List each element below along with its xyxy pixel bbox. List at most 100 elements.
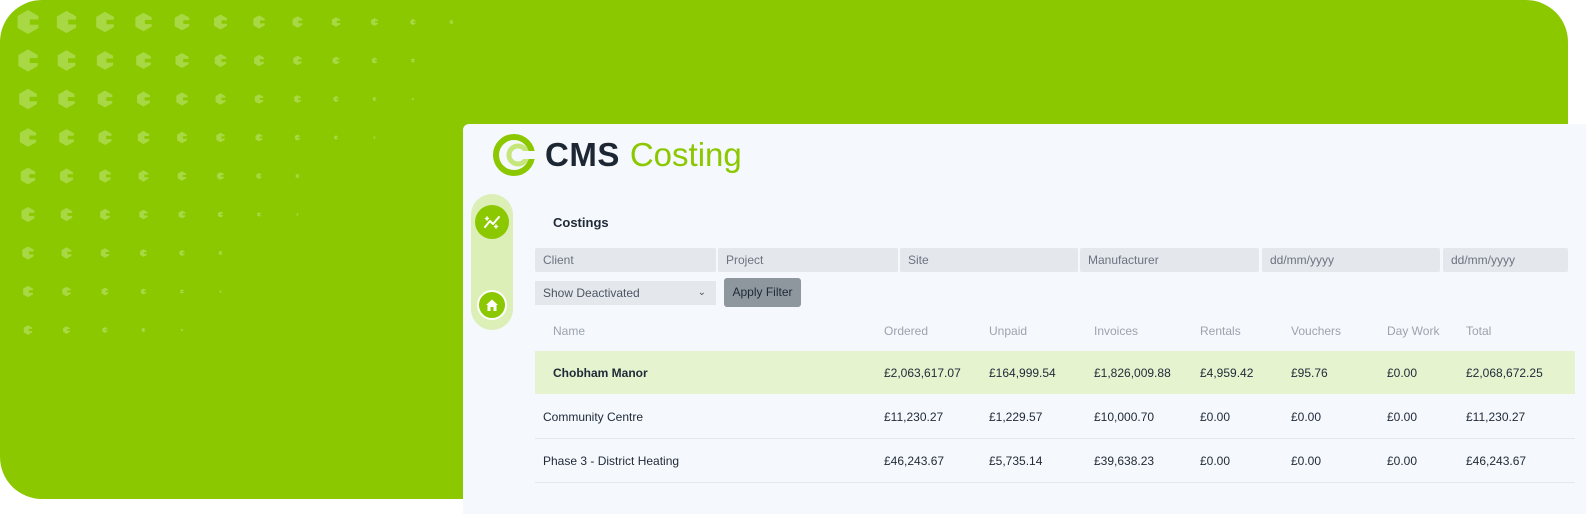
sparkle-icon [484,216,500,229]
column-header-vouchers[interactable]: Vouchers [1291,312,1341,350]
row-name: Phase 3 - District Heating [543,453,680,468]
pattern-notch [413,21,417,23]
row-day-work: £0.00 [1387,365,1418,380]
pattern-notch [259,136,264,139]
pattern-notch [29,212,36,217]
column-header-ordered[interactable]: Ordered [884,312,928,350]
pattern-notch [297,175,300,177]
pattern-notch [106,97,114,101]
row-vouchers: £0.00 [1291,453,1322,468]
pattern-notch [67,290,72,293]
pattern-notch [29,174,37,178]
row-rentals: £0.00 [1200,453,1231,468]
row-invoices: £39,638.23 [1094,453,1155,468]
row-unpaid: £5,735.14 [989,453,1043,468]
pattern-notch [68,58,78,63]
pattern-notch [29,19,41,25]
pattern-notch [221,175,225,177]
column-header-invoices[interactable]: Invoices [1094,312,1138,350]
pattern-notch [183,58,190,63]
date-to-input[interactable]: dd/mm/yyyy [1443,248,1568,272]
pattern-notch [451,21,454,23]
row-total: £2,068,672.25 [1466,365,1543,380]
pattern-notch [29,96,39,102]
column-header-unpaid[interactable]: Unpaid [989,312,1027,350]
pattern-notch [144,58,153,63]
manufacturer-filter-input[interactable]: Manufacturer [1080,248,1259,272]
sidebar-item-costings[interactable] [475,205,509,239]
pattern-notch [182,291,185,292]
pattern-notch [413,60,416,61]
pattern-notch [298,20,304,24]
pattern-notch [105,290,110,293]
pattern-notch [259,59,265,62]
pattern-notch [144,20,154,25]
row-invoices: £1,826,009.88 [1094,365,1171,380]
column-header-total[interactable]: Total [1466,312,1491,350]
cms-logo-icon [493,134,539,176]
client-filter-input[interactable]: Client [535,248,716,272]
site-filter-input[interactable]: Site [900,248,1078,272]
pattern-notch [297,136,301,139]
pattern-notch [220,213,224,216]
pattern-notch [182,213,187,216]
pattern-notch [413,98,415,100]
row-unpaid: £164,999.54 [989,365,1056,380]
pattern-notch [221,59,228,62]
pattern-notch [259,175,263,177]
pattern-notch [144,97,152,101]
pattern-notch [260,20,266,24]
status-select-value: Show Deactivated [543,286,640,300]
pattern-notch [375,21,379,23]
row-total: £11,230.27 [1466,409,1526,424]
row-rentals: £0.00 [1200,409,1231,424]
home-button[interactable] [477,290,507,320]
pattern-notch [374,137,376,138]
pattern-notch [144,252,148,254]
column-header-rentals[interactable]: Rentals [1200,312,1241,350]
pattern-notch [183,97,189,101]
row-day-work: £0.00 [1387,409,1418,424]
project-filter-input[interactable]: Project [718,248,898,272]
pattern-notch [67,251,73,255]
brand-name-light: Costing [629,136,742,173]
column-header-day-work[interactable]: Day Work [1387,312,1439,350]
pattern-notch [220,291,222,292]
page-title: Costings [553,215,609,230]
pattern-notch [297,214,299,215]
pattern-notch [106,58,115,63]
row-ordered: £46,243.67 [884,453,945,468]
pattern-notch [336,20,341,23]
chevron-down-icon: ⌄ [697,287,706,298]
pattern-notch [259,97,264,100]
pattern-notch [374,59,378,62]
pattern-notch [144,213,149,216]
pattern-notch [106,135,113,140]
pattern-notch [106,174,112,178]
row-name: Community Centre [543,409,644,424]
table-row[interactable]: Phase 3 - District Heating £46,243.67 £5… [535,439,1575,483]
pattern-notch [144,174,150,178]
pattern-notch [220,252,223,254]
apply-filter-button[interactable]: Apply Filter [724,278,801,307]
pattern-notch [183,20,191,24]
pattern-notch [336,98,340,100]
status-select[interactable]: Show Deactivated ⌄ [535,281,716,305]
pattern-notch [298,98,302,100]
pattern-notch [221,136,226,139]
date-from-input[interactable]: dd/mm/yyyy [1262,248,1440,272]
row-invoices: £10,000.70 [1094,409,1155,424]
pattern-notch [298,59,303,62]
row-day-work: £0.00 [1387,453,1418,468]
row-unpaid: £1,229.57 [989,409,1043,424]
table-row[interactable]: Chobham Manor £2,063,617.07 £164,999.54 … [535,351,1575,394]
pattern-notch [29,135,38,140]
pattern-notch [67,97,77,102]
table-row[interactable]: Community Centre £11,230.27 £1,229.57 £1… [535,395,1575,439]
pattern-notch [28,290,34,293]
pattern-notch [105,329,109,331]
row-vouchers: £95.76 [1291,365,1328,380]
sidebar-item-home[interactable] [473,286,511,324]
pattern-notch [143,290,147,293]
column-header-name[interactable]: Name [553,312,585,350]
